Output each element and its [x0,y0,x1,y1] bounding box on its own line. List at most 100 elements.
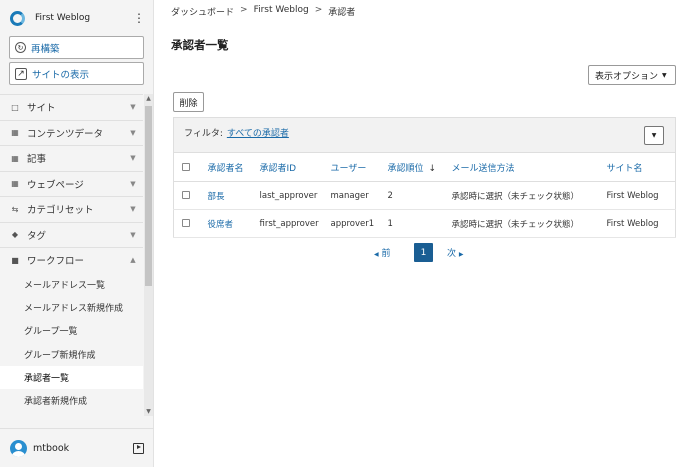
caret-down-icon: ▼ [651,132,657,139]
display-options-label: 表示オプション [595,71,659,82]
col-user[interactable]: ユーザー [330,152,388,182]
breadcrumb-site[interactable]: First Weblog [254,5,309,18]
filter-bar: フィルタ: すべての承認者 ▼ [173,117,676,152]
menu-label: カテゴリセット [27,205,94,217]
breadcrumb-dashboard[interactable]: ダッシュボード [171,5,234,18]
submenu-item-approver-list[interactable]: 承認者一覧 [0,365,143,389]
cell-site: First Weblog [606,181,676,210]
current-page[interactable]: 1 [414,243,433,262]
pagination: ◀ 前 1 次 ▶ [374,243,464,262]
chevron-down-icon: ▼ [130,128,136,137]
col-order[interactable]: 承認順位 ↓ [387,152,452,182]
cell-id: first_approver [259,209,331,238]
submenu-item-approver-new[interactable]: 承認者新規作成 [0,389,143,412]
chevron-right-icon: ▶ [458,251,464,258]
chevron-down-icon: ▼ [130,230,136,239]
row-checkbox[interactable] [182,219,190,227]
menu-item-site[interactable]: □ サイト ▼ [0,94,143,120]
content-data-icon: ▦ [11,128,19,138]
approver-name-link[interactable]: 役席者 [208,220,234,230]
avatar[interactable] [10,439,27,457]
logo-icon [10,10,25,26]
cell-mail: 承認時に選択（未チェック状態） [451,181,607,210]
chevron-left-icon: ◀ [374,251,379,258]
table-header-row: 承認者名 承認者ID ユーザー 承認順位 ↓ メール送信方法 サイト名 [173,152,676,182]
table-row: 役席者 first_approver approver1 1 承認時に選択（未チ… [173,209,676,238]
submenu-item-group-list[interactable]: グループ一覧 [0,319,143,342]
col-mail[interactable]: メール送信方法 [451,152,607,182]
cell-id: last_approver [259,181,331,210]
col-site[interactable]: サイト名 [606,152,676,182]
site-icon: □ [11,102,19,112]
menu-item-entries[interactable]: ▦ 記事 ▼ [0,145,143,171]
cell-mail: 承認時に選択（未チェック状態） [451,209,607,238]
row-select-cell [173,209,208,238]
menu-item-workflow[interactable]: ■ ワークフロー ▲ [0,247,143,273]
page-title: 承認者一覧 [171,38,229,52]
menu-item-webpages[interactable]: ▦ ウェブページ ▼ [0,170,143,197]
menu-item-category-sets[interactable]: ⇆ カテゴリセット ▼ [0,196,143,222]
menu-item-content-data[interactable]: ▦ コンテンツデータ ▼ [0,119,143,146]
submenu-item-group-new[interactable]: グループ新規作成 [0,342,143,365]
chevron-down-icon: ▼ [130,179,136,188]
next-label: 次 [447,249,457,259]
external-link-icon: ↗ [15,67,27,80]
main-content: ダッシュボード > First Weblog > 承認者 承認者一覧 表示オプシ… [154,0,693,467]
sidebar-menu: □ サイト ▼ ▦ コンテンツデータ ▼ ▦ 記事 ▼ ▦ ウェブページ ▼ ⇆… [0,94,143,416]
menu-label: コンテンツデータ [27,128,104,140]
row-checkbox[interactable] [182,191,190,199]
approver-table: 承認者名 承認者ID ユーザー 承認順位 ↓ メール送信方法 サイト名 部長 la… [173,152,676,238]
scroll-thumb[interactable] [145,106,152,286]
menu-label: 記事 [27,154,47,166]
prev-label: 前 [381,249,391,259]
menu-item-tags[interactable]: ◆ タグ ▼ [0,221,143,248]
user-bar: mtbook [0,428,154,467]
breadcrumb-separator: > [314,5,323,15]
table-row: 部長 last_approver manager 2 承認時に選択（未チェック状… [173,181,676,210]
col-name[interactable]: 承認者名 [207,152,260,182]
cell-site: First Weblog [606,209,676,238]
select-all-checkbox[interactable] [182,162,190,171]
workflow-icon: ■ [11,255,19,265]
col-id[interactable]: 承認者ID [259,152,331,182]
next-page-link[interactable]: 次 ▶ [447,246,464,259]
submenu-item-email-list[interactable]: メールアドレス一覧 [0,273,143,296]
user-name[interactable]: mtbook [33,443,133,454]
menu-label: ウェブページ [27,179,84,191]
view-site-button[interactable]: ↗ サイトの表示 [9,62,144,85]
row-select-cell [173,181,208,210]
cell-name: 役席者 [207,209,260,238]
breadcrumb-current: 承認者 [328,8,356,18]
site-name[interactable]: First Weblog [35,13,133,23]
rebuild-label: 再構築 [31,43,60,55]
col-order-label: 承認順位 [387,163,424,174]
scroll-down-icon[interactable]: ▼ [144,408,153,415]
entries-icon: ▦ [11,153,19,163]
chevron-up-icon: ▲ [130,256,136,265]
more-options-icon[interactable]: ⋮ [133,12,145,24]
cell-user: manager [330,181,388,210]
webpages-icon: ▦ [11,179,19,189]
filter-toggle-button[interactable]: ▼ [644,126,664,145]
approver-name-link[interactable]: 部長 [208,192,225,202]
breadcrumb-separator: > [240,5,248,15]
submenu-item-email-new[interactable]: メールアドレス新規作成 [0,296,143,319]
caret-down-icon: ▼ [662,71,667,79]
scroll-up-icon[interactable]: ▲ [144,95,153,102]
view-site-label: サイトの表示 [32,69,90,81]
toggle-sidebar-icon[interactable] [133,442,144,454]
menu-label: タグ [27,230,47,242]
rebuild-button[interactable]: ↻ 再構築 [9,36,144,59]
filter-label: フィルタ: すべての承認者 [184,126,289,139]
rebuild-icon: ↻ [15,42,26,53]
delete-button[interactable]: 削除 [173,92,204,112]
sidebar-scrollbar[interactable]: ▲ ▼ [144,94,153,416]
sort-desc-icon: ↓ [428,163,437,174]
cell-order: 1 [387,209,452,238]
breadcrumb: ダッシュボード > First Weblog > 承認者 [171,5,355,18]
category-set-icon: ⇆ [11,204,19,214]
filter-link[interactable]: すべての承認者 [227,129,289,139]
chevron-down-icon: ▼ [130,154,136,163]
display-options-button[interactable]: 表示オプション ▼ [588,65,676,85]
prev-page-link[interactable]: ◀ 前 [374,246,414,259]
